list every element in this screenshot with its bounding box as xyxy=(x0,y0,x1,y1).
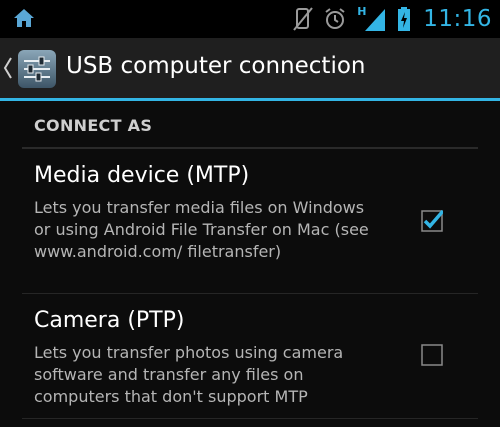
chevron-left-icon[interactable] xyxy=(3,56,13,80)
option-ptp[interactable]: Camera (PTP) Lets you transfer photos us… xyxy=(22,294,478,419)
page-title: USB computer connection xyxy=(66,53,366,79)
clock: 11:16 xyxy=(423,6,492,32)
option-ptp-checkbox[interactable] xyxy=(421,344,443,366)
home-icon xyxy=(14,9,34,27)
preferences-list: CONNECT AS Media device (MTP) Lets you t… xyxy=(0,101,500,427)
option-ptp-summary: Lets you transfer photos using camera so… xyxy=(34,343,344,406)
battery-charging-icon xyxy=(398,7,411,31)
settings-sliders-icon[interactable] xyxy=(17,49,57,89)
alarm-clock-icon xyxy=(325,8,345,29)
no-sim-vibrate-icon xyxy=(293,7,313,31)
option-mtp-title: Media device (MTP) xyxy=(34,163,250,188)
section-header: CONNECT AS xyxy=(34,116,153,135)
item-divider xyxy=(22,418,478,419)
status-icons: H 11:16 xyxy=(293,0,492,38)
option-mtp[interactable]: Media device (MTP) Lets you transfer med… xyxy=(22,149,478,294)
option-ptp-title: Camera (PTP) xyxy=(34,308,185,333)
action-bar: USB computer connection xyxy=(0,38,500,98)
option-mtp-checkbox[interactable] xyxy=(421,210,443,232)
signal-icon: H xyxy=(357,5,387,33)
status-bar: H 11:16 xyxy=(0,0,500,38)
option-mtp-summary: Lets you transfer media files on Windows… xyxy=(34,198,369,261)
